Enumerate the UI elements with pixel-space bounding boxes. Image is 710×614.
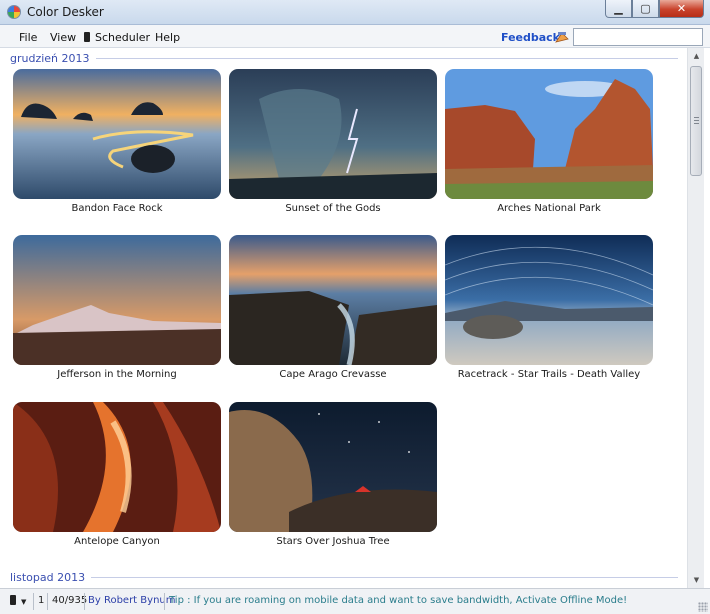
vertical-scrollbar[interactable]: ▲ ▼ — [687, 48, 704, 588]
wallpaper-thumbnail[interactable] — [229, 402, 437, 532]
wallpaper-tile[interactable]: Sunset of the Gods — [229, 69, 437, 219]
scroll-down-arrow-icon[interactable]: ▼ — [691, 574, 702, 586]
wallpaper-caption: Racetrack - Star Trails - Death Valley — [457, 369, 641, 380]
search-input[interactable] — [573, 28, 703, 46]
wallpaper-thumbnail[interactable] — [13, 69, 221, 199]
maximize-icon: ▢ — [640, 2, 651, 15]
group-label: listopad 2013 — [10, 570, 86, 584]
menu-help[interactable]: Help — [155, 31, 180, 44]
minimize-button[interactable]: ▁ — [605, 0, 632, 18]
status-separator — [47, 593, 48, 610]
wallpaper-thumbnail[interactable] — [13, 402, 221, 532]
wallpaper-tile[interactable]: Jefferson in the Morning — [13, 235, 221, 385]
wallpaper-caption: Stars Over Joshua Tree — [276, 536, 390, 547]
scheduler-icon — [84, 32, 90, 42]
window-title: Color Desker — [27, 5, 104, 19]
feedback-link[interactable]: Feedback — [501, 31, 560, 44]
status-separator — [164, 593, 165, 610]
wallpaper-caption: Arches National Park — [497, 203, 601, 214]
status-count: 40/935 — [52, 595, 88, 606]
menu-scheduler[interactable]: Scheduler — [84, 31, 150, 44]
group-label: grudzień 2013 — [10, 51, 90, 65]
wallpaper-tile[interactable]: Racetrack - Star Trails - Death Valley — [445, 235, 653, 385]
minimize-icon: ▁ — [614, 2, 623, 15]
wallpaper-tile[interactable]: Stars Over Joshua Tree — [229, 402, 437, 552]
resize-grip-icon[interactable] — [698, 602, 708, 612]
feedback-icon[interactable] — [555, 30, 569, 43]
wallpaper-tile[interactable]: Cape Arago Crevasse — [229, 235, 437, 385]
status-separator — [84, 593, 85, 610]
wallpaper-thumbnail[interactable] — [13, 235, 221, 365]
scrollbar-grip — [694, 117, 699, 124]
scroll-up-arrow-icon[interactable]: ▲ — [691, 50, 702, 62]
chevron-down-icon: ▼ — [21, 598, 27, 606]
app-icon — [7, 5, 21, 19]
group-divider — [91, 576, 678, 578]
wallpaper-tile[interactable]: Antelope Canyon — [13, 402, 221, 552]
wallpaper-tile[interactable]: Bandon Face Rock — [13, 69, 221, 219]
wallpaper-tile[interactable]: Arches National Park — [445, 69, 653, 219]
wallpaper-caption: Cape Arago Crevasse — [279, 369, 387, 380]
status-page: 1 — [38, 595, 45, 606]
scheduler-icon — [10, 595, 16, 605]
status-tip: Tip : If you are roaming on mobile data … — [169, 595, 628, 606]
scheduler-dropdown[interactable]: ▼ — [10, 595, 26, 607]
wallpaper-caption: Jefferson in the Morning — [57, 369, 177, 380]
status-author-link[interactable]: By Robert Bynum — [88, 595, 175, 606]
wallpaper-caption: Antelope Canyon — [74, 536, 160, 547]
menu-bar: File View Scheduler Help Feedback — [0, 25, 710, 48]
close-button[interactable]: ✕ — [659, 0, 704, 18]
group-header[interactable]: grudzień 2013 — [10, 50, 678, 66]
wallpaper-thumbnail[interactable] — [445, 235, 653, 365]
wallpaper-caption: Sunset of the Gods — [285, 203, 381, 214]
wallpaper-gallery: grudzień 2013 Bandon Face Rock Sunset of… — [0, 48, 687, 588]
close-icon: ✕ — [676, 2, 687, 15]
wallpaper-thumbnail[interactable] — [229, 235, 437, 365]
scrollbar-thumb[interactable] — [690, 66, 702, 176]
status-bar: ▼ 1 40/935 By Robert Bynum Tip : If you … — [0, 588, 710, 614]
title-bar: Color Desker ▁ ▢ ✕ — [0, 0, 710, 25]
wallpaper-caption: Bandon Face Rock — [71, 203, 163, 214]
wallpaper-thumbnail[interactable] — [445, 69, 653, 199]
maximize-button[interactable]: ▢ — [632, 0, 659, 18]
status-separator — [33, 593, 34, 610]
group-header[interactable]: listopad 2013 — [10, 569, 678, 585]
menu-view[interactable]: View — [50, 31, 76, 44]
menu-file[interactable]: File — [19, 31, 37, 44]
menu-scheduler-label: Scheduler — [95, 31, 151, 44]
group-divider — [95, 57, 678, 59]
wallpaper-thumbnail[interactable] — [229, 69, 437, 199]
